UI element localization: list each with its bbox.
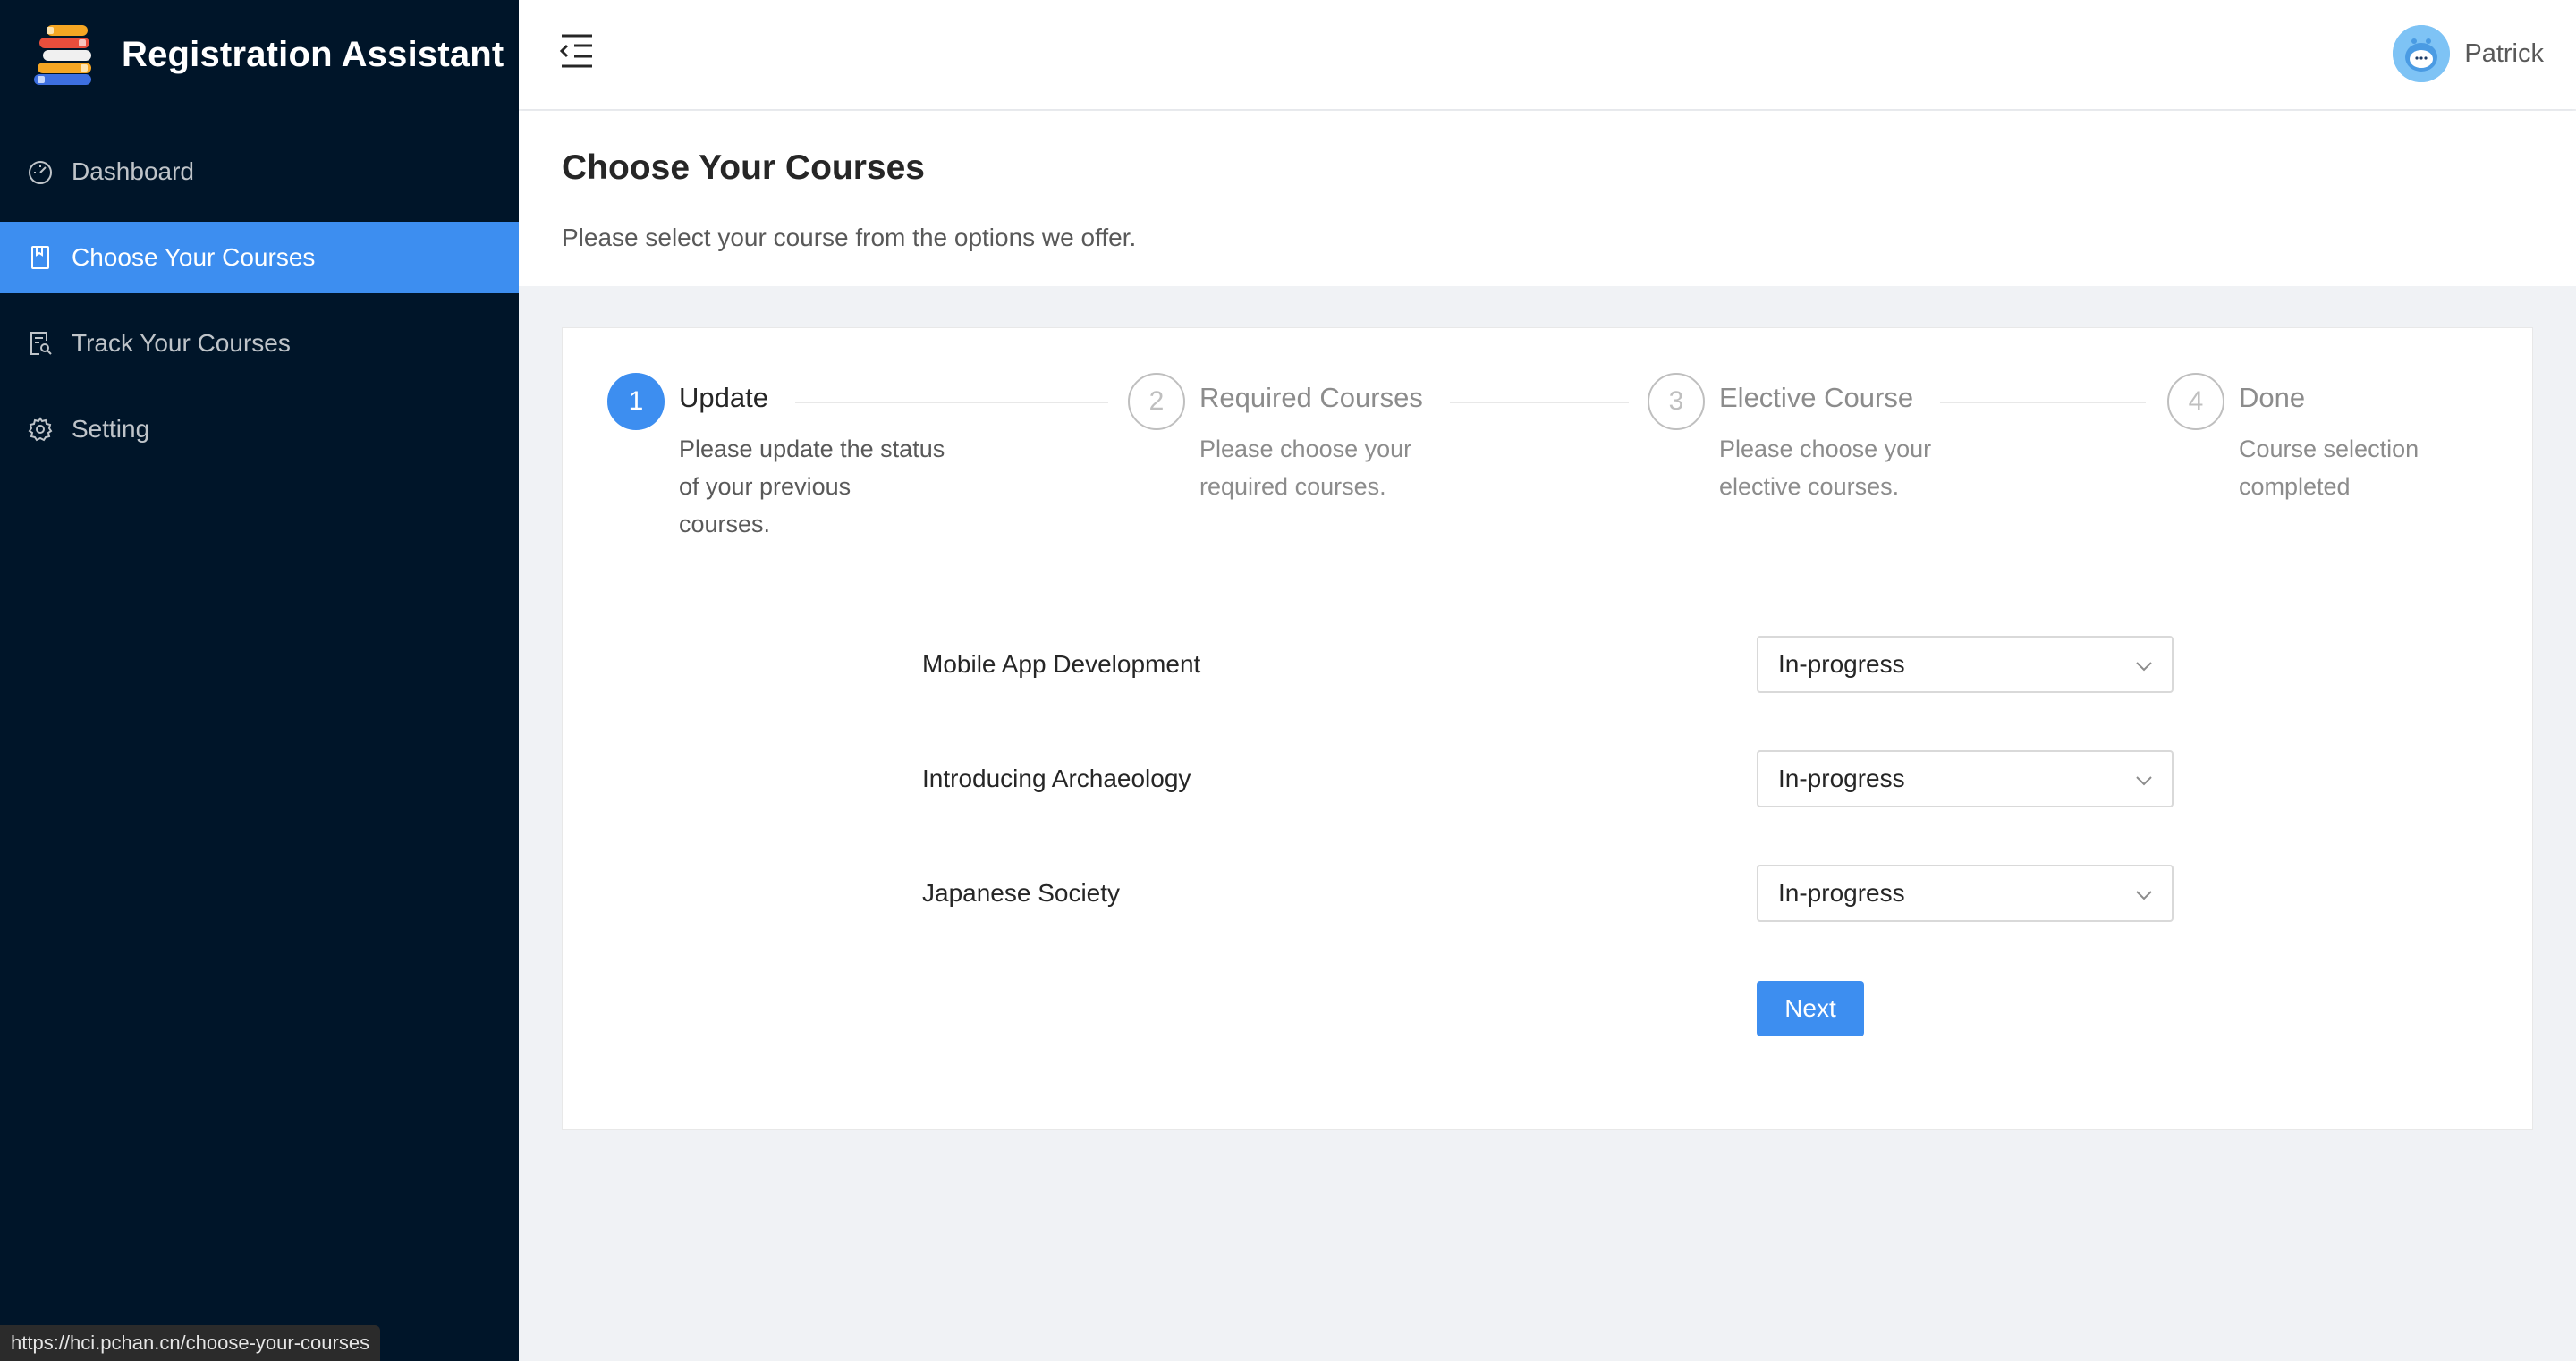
sidebar-item-dashboard[interactable]: Dashboard	[0, 136, 519, 207]
page-header: Choose Your Courses Please select your c…	[519, 111, 2576, 286]
gear-icon	[28, 417, 53, 442]
select-value: In-progress	[1778, 879, 1905, 907]
step-number: 2	[1128, 373, 1185, 430]
chevron-down-icon	[2136, 891, 2152, 900]
sidebar-item-label: Setting	[72, 415, 150, 443]
book-icon	[31, 246, 49, 269]
course-row: Introducing Archaeology In-progress	[563, 750, 2534, 807]
course-status-select[interactable]: In-progress	[1757, 750, 2174, 807]
step-title: Required Courses	[1199, 382, 1450, 414]
course-status-select[interactable]: In-progress	[1757, 865, 2174, 922]
chevron-down-icon	[2136, 662, 2152, 672]
dashboard-icon	[29, 161, 52, 184]
step-number: 4	[2167, 373, 2224, 430]
sidebar-item-label: Track Your Courses	[72, 329, 291, 357]
sidebar-item-choose-courses[interactable]: Choose Your Courses	[0, 222, 519, 293]
user-menu[interactable]: Patrick	[2393, 23, 2544, 84]
sidebar-item-label: Dashboard	[72, 157, 194, 185]
step-description: Course selection completed	[2239, 435, 2419, 500]
page-subtitle: Please select your course from the optio…	[562, 224, 1137, 251]
menu-fold-icon[interactable]	[558, 32, 603, 72]
steps: 1 Update Please update the status of you…	[607, 373, 2489, 552]
step-number: 1	[607, 373, 665, 430]
sidebar-menu: Dashboard Choose Your Courses Track Your…	[0, 136, 519, 479]
next-button[interactable]: Next	[1757, 981, 1864, 1036]
books-logo-icon	[34, 25, 91, 85]
course-row: Japanese Society In-progress	[563, 865, 2534, 922]
avatar-icon	[2393, 25, 2451, 82]
step-title: Update	[679, 382, 795, 414]
course-card: 1 Update Please update the status of you…	[562, 327, 2533, 1130]
sidebar-item-label: Choose Your Courses	[72, 243, 316, 271]
step-title: Done	[2239, 382, 2333, 414]
user-name: Patrick	[2464, 38, 2544, 68]
step-description: Please update the status of your previou…	[679, 435, 945, 537]
app-title: Registration Assistant	[122, 34, 504, 74]
logo[interactable]: Registration Assistant	[34, 23, 504, 86]
avatar	[2393, 25, 2451, 82]
select-value: In-progress	[1778, 765, 1905, 792]
step-description: Please choose your required courses.	[1199, 435, 1412, 500]
course-name: Mobile App Development	[922, 650, 1201, 678]
file-search-icon	[30, 332, 52, 355]
status-bar-url: https://hci.pchan.cn/choose-your-courses	[0, 1325, 381, 1361]
sidebar-item-track-courses[interactable]: Track Your Courses	[0, 308, 519, 379]
course-row: Mobile App Development In-progress	[563, 636, 2534, 693]
step-number: 3	[1648, 373, 1705, 430]
chevron-down-icon	[2136, 776, 2152, 786]
step-connector	[795, 402, 1108, 403]
course-status-select[interactable]: In-progress	[1757, 636, 2174, 693]
top-header: Patrick	[519, 0, 2576, 109]
course-name: Japanese Society	[922, 879, 1121, 907]
step-title: Elective Course	[1719, 382, 1941, 414]
page-title: Choose Your Courses	[562, 148, 925, 187]
step-description: Please choose your elective courses.	[1719, 435, 1932, 500]
app-root: Registration Assistant Dashboard Choose …	[0, 0, 2576, 1361]
select-value: In-progress	[1778, 650, 1905, 678]
course-name: Introducing Archaeology	[922, 765, 1191, 792]
sidebar: Registration Assistant Dashboard Choose …	[0, 0, 519, 1361]
sidebar-item-setting[interactable]: Setting	[0, 393, 519, 465]
